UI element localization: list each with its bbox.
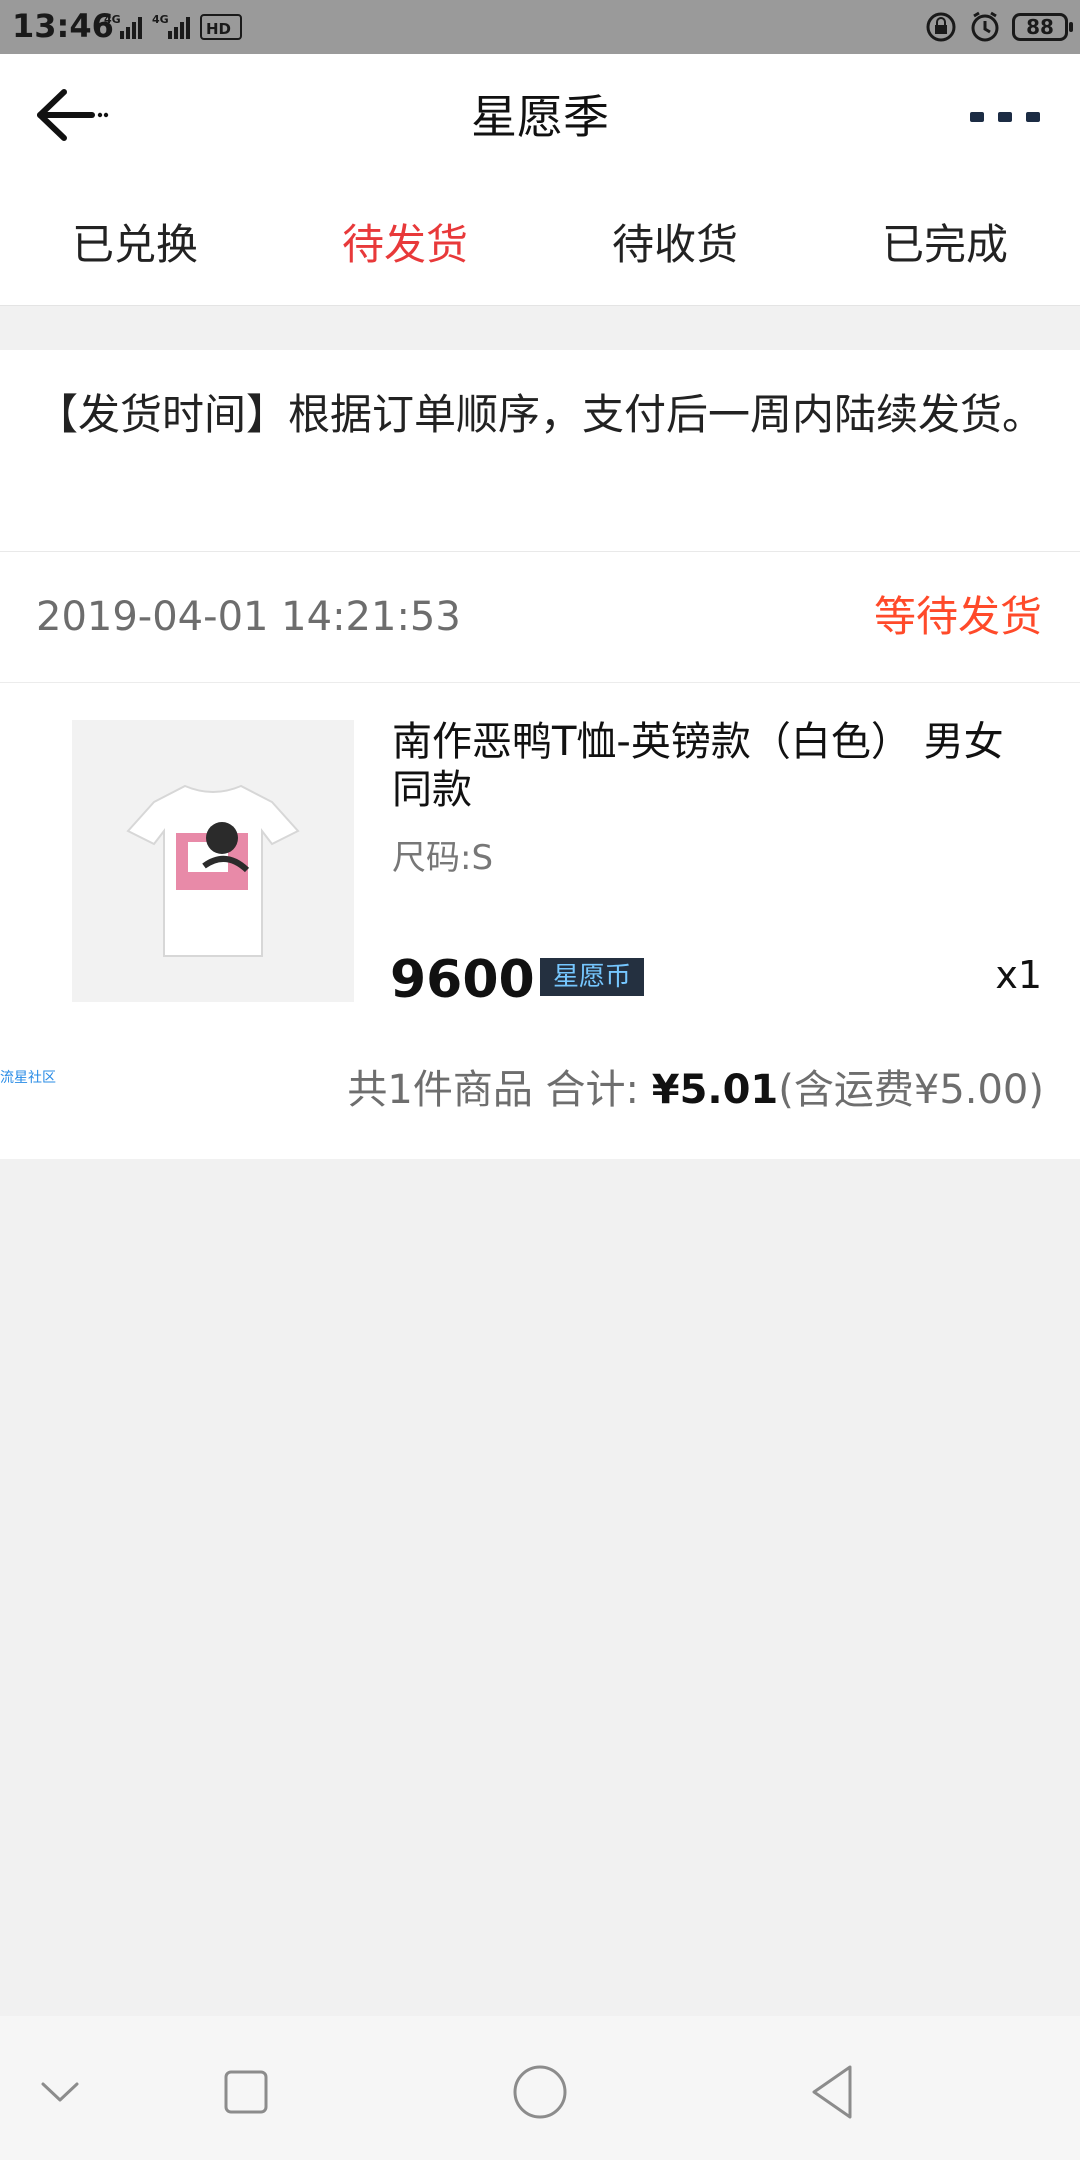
summary-count-text: 共1件商品 合计: <box>347 1067 652 1113</box>
nav-recents-button[interactable] <box>206 2052 286 2132</box>
order-header: 2019-04-01 14:21:53 等待发货 <box>0 552 1080 683</box>
status-bar: 13:46 4G 4G HD 88 <box>0 0 1080 54</box>
alarm-icon <box>971 11 999 42</box>
circle-icon <box>513 2065 567 2119</box>
order-card[interactable]: 2019-04-01 14:21:53 等待发货 南作恶鸭T恤-英镑款（白色） … <box>0 552 1080 1159</box>
tab-completed[interactable]: 已完成 <box>810 190 1080 305</box>
status-time: 13:46 <box>12 7 114 45</box>
tab-redeemed[interactable]: 已兑换 <box>0 190 270 305</box>
square-icon <box>224 2070 268 2114</box>
more-dots-icon <box>1026 112 1040 122</box>
chevron-down-icon <box>41 2082 79 2102</box>
page-title: 星愿季 <box>471 90 609 144</box>
nav-collapse-button[interactable] <box>20 2052 100 2132</box>
product-price: 9600 <box>390 950 535 1010</box>
order-time: 2019-04-01 14:21:53 <box>36 594 461 640</box>
product-name[interactable]: 南作恶鸭T恤-英镑款（白色） 男女同款 <box>392 718 1042 814</box>
product-quantity: x1 <box>995 953 1042 997</box>
more-dots-icon <box>998 112 1012 122</box>
order-summary: 共1件商品 合计: ¥5.01(含运费¥5.00) <box>347 1066 1044 1114</box>
hd-label: HD <box>206 20 231 38</box>
order-status: 等待发货 <box>873 592 1042 641</box>
currency-badge: 星愿币 <box>540 958 644 996</box>
tab-pending-receipt[interactable]: 待收货 <box>540 190 810 305</box>
tshirt-image <box>72 720 354 1002</box>
tab-pending-shipment[interactable]: 待发货 <box>270 190 540 305</box>
product-size: 尺码:S <box>392 838 494 878</box>
order-status-tabs: 已兑换 待发货 待收货 已完成 <box>0 190 1080 306</box>
nav-back-button[interactable] <box>792 2052 872 2132</box>
nav-home-button[interactable] <box>500 2052 580 2132</box>
status-network-group: 4G 4G HD <box>104 11 244 43</box>
system-navigation-bar <box>0 2016 1080 2160</box>
summary-shipping: (含运费¥5.00) <box>778 1067 1044 1113</box>
shipping-notice: 【发货时间】根据订单顺序，支付后一周内陆续发货。 <box>0 350 1080 552</box>
screen: 13:46 4G 4G HD 88 星愿季 已兑换 待发货 待收货 已完成 【发… <box>0 0 1080 2160</box>
more-dots-icon <box>970 112 984 122</box>
network-label-2: 4G <box>152 13 169 26</box>
triangle-back-icon <box>812 2065 852 2119</box>
more-options-button[interactable] <box>970 100 1040 134</box>
lock-rotation-icon <box>926 12 956 42</box>
network-label-1: 4G <box>104 13 121 26</box>
battery-indicator: 88 <box>1012 13 1073 41</box>
product-image[interactable] <box>72 720 354 1002</box>
signal-icon: 4G <box>104 13 142 39</box>
shipping-notice-text: 【发货时间】根据订单顺序，支付后一周内陆续发货。 <box>36 390 1045 439</box>
app-header: 星愿季 <box>0 54 1080 190</box>
community-watermark: 流星社区 <box>0 1070 56 1086</box>
signal-icon-2: 4G <box>152 13 190 39</box>
summary-amount: ¥5.01 <box>651 1067 779 1113</box>
status-system-group: 88 <box>924 9 1073 45</box>
hd-icon: HD <box>200 14 242 40</box>
